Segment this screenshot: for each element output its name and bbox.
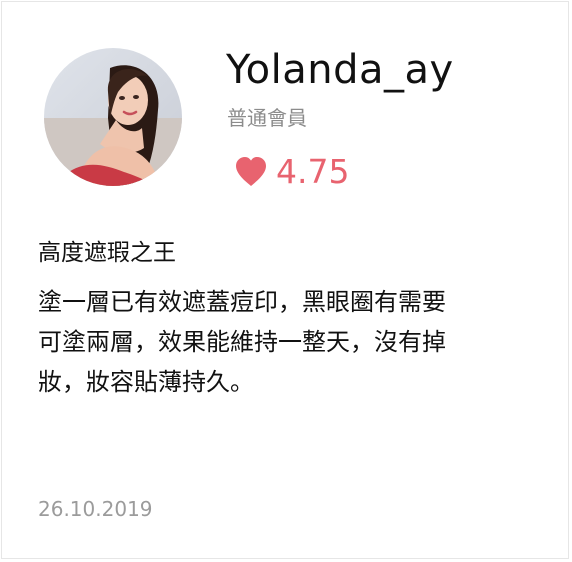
rating: 4.75 <box>234 152 349 192</box>
review-date: 26.10.2019 <box>38 497 153 521</box>
review-body-line: 塗一層已有效遮蓋痘印，黑眼圈有需要 <box>38 288 446 316</box>
avatar[interactable] <box>44 48 182 186</box>
review-card: Yolanda_ay 普通會員 4.75 高度遮瑕之王 塗一層已有效遮蓋痘印，黑… <box>1 1 569 559</box>
user-avatar-photo <box>44 48 182 186</box>
heart-icon <box>236 157 266 186</box>
review-body: 塗一層已有效遮蓋痘印，黑眼圈有需要 可塗兩層，效果能維持一整天，沒有掉 妝，妝容… <box>38 282 538 402</box>
rating-value: 4.75 <box>276 152 350 191</box>
review-body-line: 可塗兩層，效果能維持一整天，沒有掉 <box>38 328 446 356</box>
review-title: 高度遮瑕之王 <box>38 240 176 266</box>
review-body-line: 妝，妝容貼薄持久。 <box>38 368 254 396</box>
username[interactable]: Yolanda_ay <box>226 46 454 94</box>
membership-label: 普通會員 <box>227 106 307 130</box>
